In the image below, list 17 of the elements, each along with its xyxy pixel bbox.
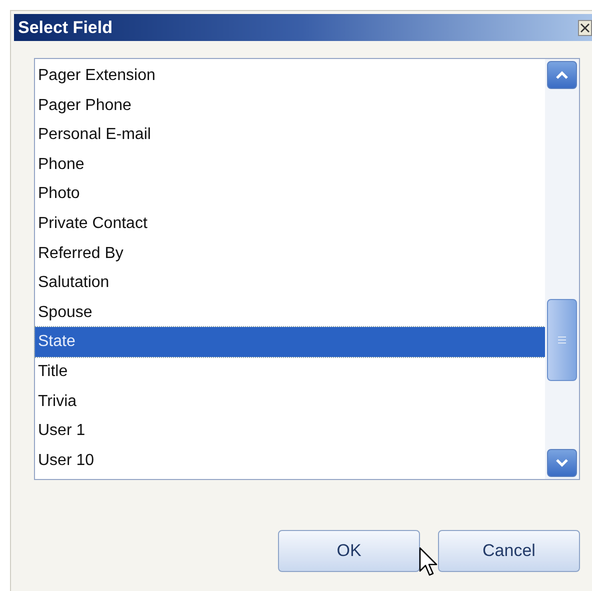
list-item[interactable]: Title — [35, 356, 545, 387]
list-item[interactable]: Phone — [35, 150, 545, 180]
window-title: Select Field — [17, 18, 112, 38]
list-item[interactable]: Salutation — [35, 268, 545, 298]
list-item[interactable]: Photo — [35, 179, 545, 209]
dialog-button[interactable]: Cancel — [438, 530, 580, 572]
list-item[interactable]: Pager Phone — [35, 90, 545, 120]
list-item[interactable]: Personal E-mail — [35, 120, 545, 150]
dialog-button[interactable]: OK — [278, 530, 420, 572]
list-item[interactable]: User 10 — [35, 446, 545, 476]
list-item[interactable]: Spouse — [35, 298, 545, 328]
list-item[interactable]: User 1 — [35, 416, 545, 446]
list-item[interactable]: Private Contact — [35, 208, 545, 239]
list-item[interactable]: Pager Extension — [35, 61, 545, 91]
list-item[interactable]: Trivia — [35, 386, 545, 416]
list-item[interactable]: Referred By — [35, 238, 545, 268]
list-item[interactable]: State — [35, 327, 545, 357]
